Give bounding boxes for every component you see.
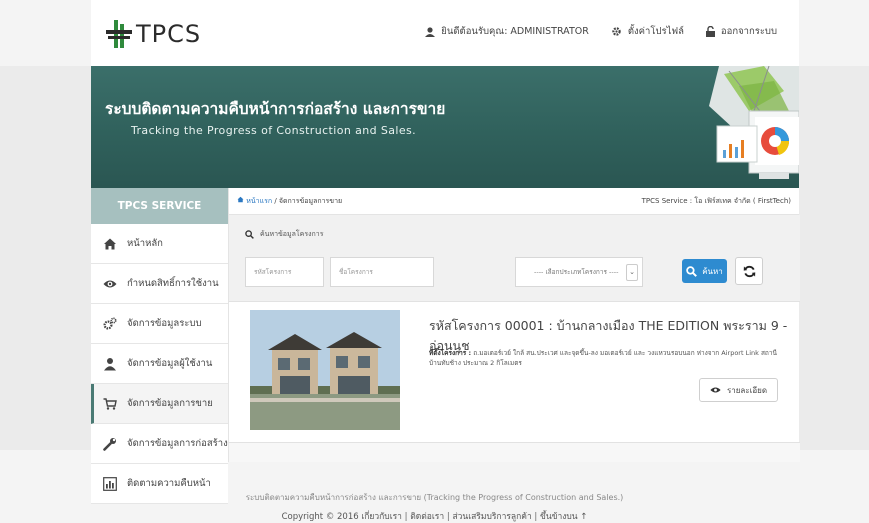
search-button[interactable]: ค้นหา [682,259,727,283]
sidebar: TPCS SERVICE หน้าหลัก กำหนดสิทธิ์การใช้ง… [91,188,228,504]
user-bar: ยินดีต้อนรับคุณ: ADMINISTRATOR ตั้งค่าโป… [425,24,777,39]
search-title: ค้นหาข้อมูลโครงการ [245,229,323,240]
welcome-text: ยินดีต้อนรับคุณ: ADMINISTRATOR [441,26,589,37]
project-type-select[interactable]: ---- เลือกประเภทโครงการ ---- ⌄ [515,257,643,287]
service-info: TPCS Service : โอ เฟิร์สเทค จำกัด ( Firs… [641,196,791,205]
cart-icon [103,397,117,410]
bar-chart-icon [103,476,117,491]
sidebar-item-label: จัดการข้อมูลการก่อสร้าง [127,438,228,449]
project-location-text: ถ.มอเตอร์เวย์ ใกล้ สน.ประเวศ และจุดขึ้น-… [429,349,777,367]
logo[interactable]: TPCS [106,20,201,48]
sidebar-item-system-data[interactable]: จัดการข้อมูลระบบ [91,304,228,344]
main-content: หน้าแรก / จัดการข้อมูลการขาย TPCS Servic… [228,188,800,462]
footer-link-customer-services[interactable]: ส่วนเสริมบริการลูกค้า [452,512,531,522]
breadcrumb-home[interactable]: หน้าแรก [237,196,273,205]
breadcrumb-home-label: หน้าแรก [246,196,273,205]
banner-subtitle: Tracking the Progress of Construction an… [131,124,417,137]
sidebar-item-user-data[interactable]: จัดการข้อมูลผู้ใช้งาน [91,344,228,384]
footer-description: ระบบติดตามความคืบหน้าการก่อสร้าง และการข… [245,493,624,502]
breadcrumb-separator: / [274,196,277,205]
wrench-icon [103,437,116,451]
detail-button-label: รายละเอียด [726,385,768,395]
unlock-icon [705,26,715,37]
home-icon [237,196,244,202]
sidebar-item-label: หน้าหลัก [127,238,163,249]
sidebar-header: TPCS SERVICE [91,188,228,224]
breadcrumb-current: จัดการข้อมูลการขาย [278,196,343,205]
gear-icon [612,27,621,36]
user-icon [104,357,116,370]
breadcrumb: หน้าแรก / จัดการข้อมูลการขาย [237,196,342,207]
sidebar-item-label: จัดการข้อมูลผู้ใช้งาน [127,358,213,369]
footer-link-back-to-top[interactable]: ขึ้นข้างบน ↑ [540,512,587,522]
gears-icon [103,316,117,330]
footer-link-about[interactable]: เกี่ยวกับเรา [361,512,402,522]
copyright: Copyright © 2016 [281,512,359,522]
eye-icon [710,387,721,393]
sidebar-item-home[interactable]: หน้าหลัก [91,224,228,264]
banner-title: ระบบติดตามความคืบหน้าการก่อสร้าง และการข… [105,100,446,118]
search-panel: ค้นหาข้อมูลโครงการ รหัสโครงการ ชื่อโครงก… [229,215,800,302]
profile-settings-link[interactable]: ตั้งค่าโปรไฟล์ [611,24,684,39]
project-name-input[interactable]: ชื่อโครงการ [330,257,434,287]
welcome-user: ยินดีต้อนรับคุณ: ADMINISTRATOR [425,24,589,39]
refresh-icon [743,265,755,277]
banner-illustration [709,66,799,179]
logout-label: ออกจากระบบ [720,26,777,37]
project-location: ที่ตั้งโครงการ : ถ.มอเตอร์เวย์ ใกล้ สน.ป… [429,348,789,368]
search-icon [686,265,698,277]
profile-settings-label: ตั้งค่าโปรไฟล์ [627,26,684,37]
page: TPCS ยินดีต้อนรับคุณ: ADMINISTRATOR ตั้ง… [91,0,800,523]
list-divider [229,442,800,462]
footer-link-contact[interactable]: ติดต่อเรา [410,512,444,522]
sidebar-item-label: จัดการข้อมูลการขาย [127,398,213,409]
eye-icon [103,280,117,287]
header-banner: ระบบติดตามความคืบหน้าการก่อสร้าง และการข… [91,66,799,188]
sidebar-item-sales-data[interactable]: จัดการข้อมูลการขาย [91,384,228,424]
user-icon [425,26,436,37]
sidebar-item-permissions[interactable]: กำหนดสิทธิ์การใช้งาน [91,264,228,304]
chevron-down-icon: ⌄ [626,264,638,281]
project-type-selected: ---- เลือกประเภทโครงการ ---- [534,268,619,276]
breadcrumb-bar: หน้าแรก / จัดการข้อมูลการขาย TPCS Servic… [229,188,799,215]
project-code-input[interactable]: รหัสโครงการ [245,257,324,287]
detail-button[interactable]: รายละเอียด [699,378,778,402]
search-button-label: ค้นหา [702,266,723,276]
logout-link[interactable]: ออกจากระบบ [705,24,777,39]
search-title-label: ค้นหาข้อมูลโครงการ [260,230,324,238]
footer-links: Copyright © 2016 เกี่ยวกับเรา | ติดต่อเร… [281,512,588,522]
search-icon [245,230,254,239]
refresh-button[interactable] [735,257,763,285]
top-bar: TPCS ยินดีต้อนรับคุณ: ADMINISTRATOR ตั้ง… [91,0,799,66]
sidebar-item-construction-data[interactable]: จัดการข้อมูลการก่อสร้าง [91,424,228,464]
project-card: รหัสโครงการ 00001 : บ้านกลางเมือง THE ED… [229,302,800,442]
logo-mark-icon [106,20,132,48]
sidebar-item-label: ติดตามความคืบหน้า [127,478,211,489]
logo-text: TPCS [136,20,202,48]
sidebar-item-label: จัดการข้อมูลระบบ [127,318,202,329]
project-location-label: ที่ตั้งโครงการ : [429,349,472,357]
home-icon [104,238,116,249]
sidebar-item-label: กำหนดสิทธิ์การใช้งาน [127,278,219,289]
project-photo[interactable] [250,310,400,430]
